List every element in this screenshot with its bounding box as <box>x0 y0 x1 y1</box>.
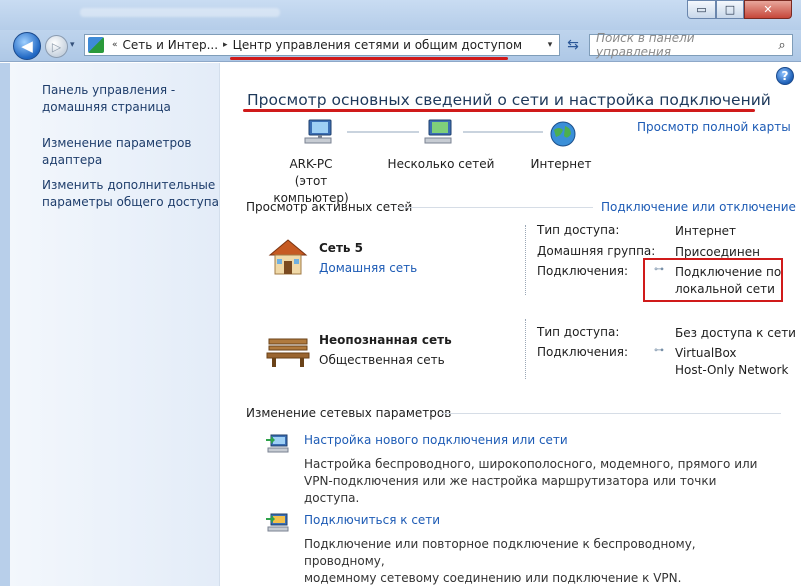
map-connection-line <box>347 131 419 133</box>
virtualbox-line-1: VirtualBox <box>675 346 737 360</box>
search-input[interactable]: Поиск в панели управления ⌕ <box>589 31 793 59</box>
back-arrow-icon: ◀ <box>21 37 33 55</box>
annotation-underline-title <box>243 109 755 112</box>
full-map-link[interactable]: Просмотр полной карты <box>637 120 791 134</box>
annotation-underline-address <box>230 57 508 60</box>
page-title: Просмотр основных сведений о сети и наст… <box>247 91 771 109</box>
map-node-internet[interactable]: Интернет <box>526 156 596 173</box>
computer-name: ARK-PC <box>289 157 333 171</box>
forward-button[interactable]: ▷ <box>45 35 68 58</box>
blurred-title <box>80 8 280 17</box>
control-panel-icon <box>88 37 104 53</box>
back-button[interactable]: ◀ <box>13 32 41 60</box>
breadcrumb-overflow-icon[interactable]: « <box>112 40 118 50</box>
search-icon[interactable]: ⌕ <box>772 38 792 53</box>
address-dropdown-icon[interactable]: ▾ <box>541 40 559 50</box>
computer-icon <box>304 119 332 144</box>
minimize-button[interactable]: ▭ <box>687 0 716 19</box>
recent-pages-dropdown[interactable]: ▾ <box>70 40 75 50</box>
description-line: Подключение или повторное подключение к … <box>304 537 696 568</box>
description-line: Настройка беспроводного, широкополосного… <box>304 457 758 471</box>
maximize-button[interactable]: □ <box>716 0 744 19</box>
close-icon: ✕ <box>763 3 773 16</box>
search-placeholder: Поиск в панели управления <box>596 31 695 59</box>
connect-to-network-description: Подключение или повторное подключение к … <box>304 536 774 586</box>
refresh-button[interactable]: ⇆ <box>562 34 584 56</box>
multiple-networks-icon <box>424 119 452 144</box>
title-bar: ▭ □ ✕ <box>0 0 801 30</box>
network-type-link[interactable]: Домашняя сеть <box>319 261 417 275</box>
connect-to-network-icon <box>266 513 289 532</box>
home-network-icon <box>268 239 308 275</box>
map-connection-line <box>463 131 543 133</box>
sidebar: Панель управления - домашняя страница Из… <box>10 63 220 586</box>
map-node-networks[interactable]: Несколько сетей <box>386 156 496 173</box>
annotation-box-connection <box>643 258 783 302</box>
description-line: модемному сетевому соединению или подклю… <box>304 571 682 585</box>
window-frame <box>0 63 10 586</box>
new-connection-icon <box>266 434 289 453</box>
virtualbox-connection-link[interactable]: VirtualBox Host-Only Network <box>675 345 788 379</box>
network-name: Неопознанная сеть <box>319 333 452 347</box>
description-line: VPN-подключения или же настройка маршрут… <box>304 474 717 505</box>
maximize-icon: □ <box>724 3 736 16</box>
network-type: Общественная сеть <box>319 353 445 367</box>
sidebar-item-control-panel-home[interactable]: Панель управления - домашняя страница <box>42 82 222 116</box>
network-details-separator <box>525 225 526 295</box>
public-network-bench-icon <box>266 338 310 367</box>
section-divider <box>397 207 593 208</box>
connect-disconnect-link[interactable]: Подключение или отключение <box>601 200 796 214</box>
help-icon[interactable]: ? <box>776 67 794 85</box>
change-settings-header: Изменение сетевых параметров <box>246 406 452 420</box>
connect-to-network-link[interactable]: Подключиться к сети <box>304 513 440 527</box>
connections-label: Подключения: <box>537 345 629 359</box>
minimize-icon: ▭ <box>696 3 707 16</box>
connections-label: Подключения: <box>537 264 629 278</box>
internet-globe-icon <box>550 121 576 147</box>
sidebar-item-adapter-settings[interactable]: Изменение параметров адаптера <box>42 135 222 169</box>
breadcrumb-arrow-icon[interactable]: ▸ <box>223 40 228 50</box>
homegroup-label: Домашняя группа: <box>537 244 656 258</box>
access-type-value: Интернет <box>675 224 737 238</box>
close-button[interactable]: ✕ <box>744 0 792 19</box>
access-type-label: Тип доступа: <box>537 223 620 237</box>
breadcrumb-network-center[interactable]: Центр управления сетями и общим доступом <box>233 38 522 52</box>
active-networks-header: Просмотр активных сетей <box>246 200 413 214</box>
network-plug-icon: ⊶ <box>654 345 664 356</box>
setup-new-connection-description: Настройка беспроводного, широкополосного… <box>304 456 774 507</box>
main-content: ? Просмотр основных сведений о сети и на… <box>221 63 801 586</box>
access-type-label: Тип доступа: <box>537 325 620 339</box>
forward-arrow-icon: ▷ <box>51 39 62 54</box>
sidebar-item-advanced-sharing[interactable]: Изменить дополнительные параметры общего… <box>42 177 222 211</box>
setup-new-connection-link[interactable]: Настройка нового подключения или сети <box>304 433 568 447</box>
breadcrumb-network[interactable]: Сеть и Интер... <box>123 38 219 52</box>
virtualbox-line-2: Host-Only Network <box>675 363 789 377</box>
network-name: Сеть 5 <box>319 241 364 255</box>
network-details-separator <box>525 319 526 379</box>
access-type-value: Без доступа к сети <box>675 326 796 340</box>
address-bar[interactable]: « Сеть и Интер... ▸ Центр управления сет… <box>84 34 560 56</box>
section-divider <box>441 413 781 414</box>
